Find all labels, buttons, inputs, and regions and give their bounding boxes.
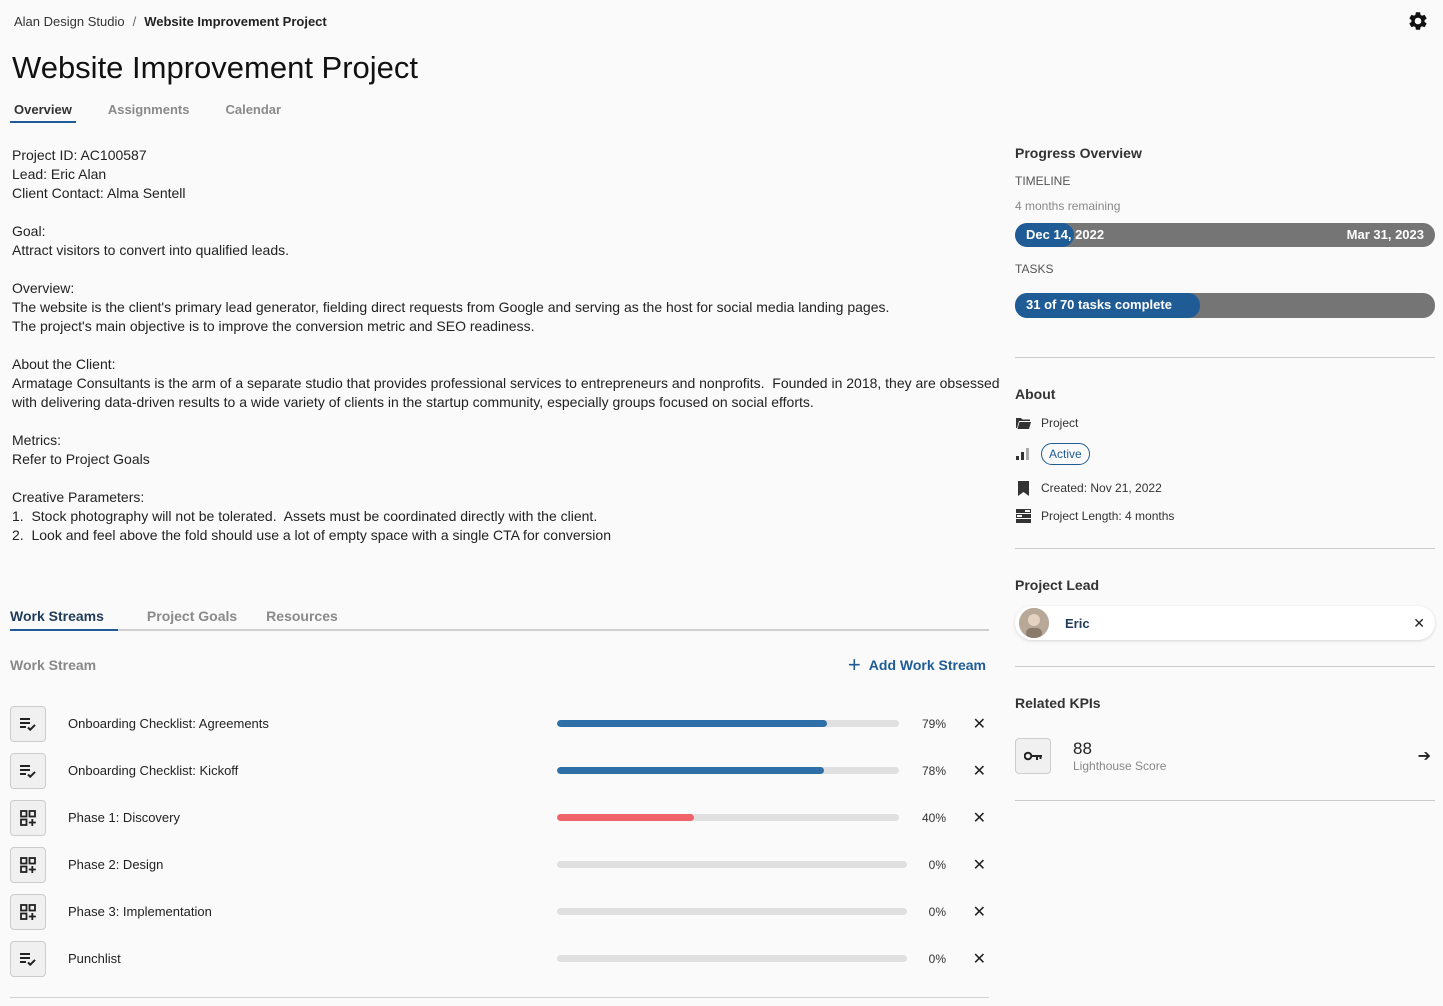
- divider: [10, 997, 989, 998]
- workstream-percent: 78%: [921, 763, 946, 778]
- workstream-name[interactable]: Onboarding Checklist: Kickoff: [68, 763, 557, 778]
- created-date: Created: Nov 21, 2022: [1041, 481, 1162, 495]
- workstream-progress-bar: [557, 861, 907, 868]
- breadcrumb-current: Website Improvement Project: [144, 14, 327, 29]
- checklist-icon: [10, 705, 46, 742]
- tab-work-streams[interactable]: Work Streams: [10, 608, 118, 631]
- add-work-stream-label: Add Work Stream: [868, 657, 986, 673]
- workstream-name[interactable]: Onboarding Checklist: Agreements: [68, 716, 557, 731]
- close-icon[interactable]: ✕: [1413, 615, 1425, 632]
- workstream-percent: 0%: [928, 951, 946, 966]
- divider: [1015, 548, 1435, 549]
- tab-calendar[interactable]: Calendar: [221, 100, 285, 123]
- about-type-label: Project: [1041, 416, 1079, 430]
- signal-bars-icon: [1015, 446, 1031, 462]
- kpi-item[interactable]: 88 Lighthouse Score ➔: [1015, 736, 1435, 776]
- close-icon[interactable]: ✕: [946, 808, 986, 828]
- project-lead-title: Project Lead: [1015, 577, 1100, 593]
- workstream-row[interactable]: Punchlist 0% ✕: [10, 935, 986, 982]
- breadcrumb-root[interactable]: Alan Design Studio: [14, 14, 125, 29]
- about-title: About: [1015, 386, 1056, 402]
- workstream-tabs: Work Streams Project Goals Resources: [10, 608, 989, 631]
- tab-assignments[interactable]: Assignments: [104, 100, 194, 123]
- project-length: Project Length: 4 months: [1041, 509, 1175, 523]
- workstream-name[interactable]: Punchlist: [68, 951, 557, 966]
- tasks-text: 31 of 70 tasks complete: [1026, 297, 1172, 312]
- close-icon[interactable]: ✕: [946, 855, 986, 875]
- workstream-name[interactable]: Phase 2: Design: [68, 857, 557, 872]
- tasks-bar: 31 of 70 tasks complete: [1015, 293, 1435, 318]
- breadcrumb-separator: /: [132, 14, 137, 29]
- gear-icon[interactable]: [1407, 10, 1429, 32]
- related-kpis-title: Related KPIs: [1015, 695, 1101, 711]
- timeline-remaining: 4 months remaining: [1015, 199, 1121, 213]
- grid-add-icon: [10, 893, 46, 930]
- timeline-bar: Dec 14, 2022 Mar 31, 2023: [1015, 223, 1435, 247]
- calendar-range-icon: [1015, 508, 1031, 524]
- workstream-name[interactable]: Phase 1: Discovery: [68, 810, 557, 825]
- about-created: Created: Nov 21, 2022: [1015, 480, 1162, 496]
- workstream-progress-fill: [557, 720, 828, 727]
- checklist-icon: [10, 940, 46, 977]
- timeline-label: TIMELINE: [1015, 174, 1071, 188]
- divider: [1015, 357, 1435, 358]
- kpi-label: Lighthouse Score: [1073, 759, 1167, 773]
- workstream-progress-fill: [557, 767, 824, 774]
- grid-add-icon: [10, 799, 46, 836]
- workstream-row[interactable]: Onboarding Checklist: Agreements 79% ✕: [10, 700, 986, 747]
- workstream-progress-bar: [557, 720, 899, 727]
- workstream-percent: 40%: [921, 810, 946, 825]
- workstream-progress-bar: [557, 955, 907, 962]
- workstream-list: Onboarding Checklist: Agreements 79% ✕ Onbo…: [10, 700, 986, 982]
- tasks-label: TASKS: [1015, 262, 1054, 276]
- workstream-name[interactable]: Phase 3: Implementation: [68, 904, 557, 919]
- workstream-progress-bar: [557, 814, 899, 821]
- arrow-right-icon[interactable]: ➔: [1418, 746, 1431, 766]
- timeline-start-date: Dec 14, 2022: [1026, 227, 1105, 242]
- workstream-percent: 0%: [928, 857, 946, 872]
- about-type: Project: [1015, 415, 1078, 431]
- progress-overview-title: Progress Overview: [1015, 145, 1142, 161]
- workstream-progress-bar: [557, 908, 907, 915]
- checklist-icon: [10, 752, 46, 789]
- plus-icon: +: [847, 652, 861, 677]
- close-icon[interactable]: ✕: [946, 902, 986, 922]
- divider: [1015, 666, 1435, 667]
- breadcrumb: Alan Design Studio / Website Improvement…: [14, 14, 327, 29]
- close-icon[interactable]: ✕: [946, 714, 986, 734]
- grid-add-icon: [10, 846, 46, 883]
- workstream-row[interactable]: Phase 1: Discovery 40% ✕: [10, 794, 986, 841]
- folder-icon: [1015, 415, 1031, 431]
- project-description: Project ID: AC100587 Lead: Eric Alan Cli…: [12, 147, 1000, 543]
- close-icon[interactable]: ✕: [946, 949, 986, 969]
- about-length: Project Length: 4 months: [1015, 508, 1174, 524]
- timeline-end-date: Mar 31, 2023: [1346, 227, 1424, 242]
- workstream-progress-bar: [557, 767, 899, 774]
- project-tabs: Overview Assignments Calendar: [10, 100, 313, 123]
- bookmark-icon: [1015, 480, 1031, 496]
- project-lead-chip[interactable]: Eric ✕: [1015, 606, 1435, 640]
- workstream-header: Work Stream + Add Work Stream: [10, 652, 986, 677]
- tab-overview[interactable]: Overview: [10, 100, 76, 123]
- avatar: [1019, 608, 1049, 638]
- tab-resources[interactable]: Resources: [266, 608, 338, 629]
- add-work-stream-button[interactable]: + Add Work Stream: [847, 652, 986, 677]
- tab-project-goals[interactable]: Project Goals: [147, 608, 237, 629]
- kpi-value: 88: [1073, 739, 1092, 758]
- status-badge: Active: [1041, 443, 1090, 465]
- workstream-percent: 0%: [928, 904, 946, 919]
- close-icon[interactable]: ✕: [946, 761, 986, 781]
- workstream-percent: 79%: [921, 716, 946, 731]
- page-title: Website Improvement Project: [12, 50, 419, 85]
- workstream-row[interactable]: Phase 2: Design 0% ✕: [10, 841, 986, 888]
- workstream-row[interactable]: Onboarding Checklist: Kickoff 78% ✕: [10, 747, 986, 794]
- workstream-column-label: Work Stream: [10, 657, 97, 673]
- key-icon: [1015, 738, 1051, 774]
- kpi-text: 88 Lighthouse Score: [1073, 739, 1166, 773]
- workstream-progress-fill: [557, 814, 694, 821]
- workstream-row[interactable]: Phase 3: Implementation 0% ✕: [10, 888, 986, 935]
- lead-name[interactable]: Eric: [1065, 616, 1413, 631]
- about-status: Active: [1015, 443, 1090, 465]
- divider: [1015, 800, 1435, 801]
